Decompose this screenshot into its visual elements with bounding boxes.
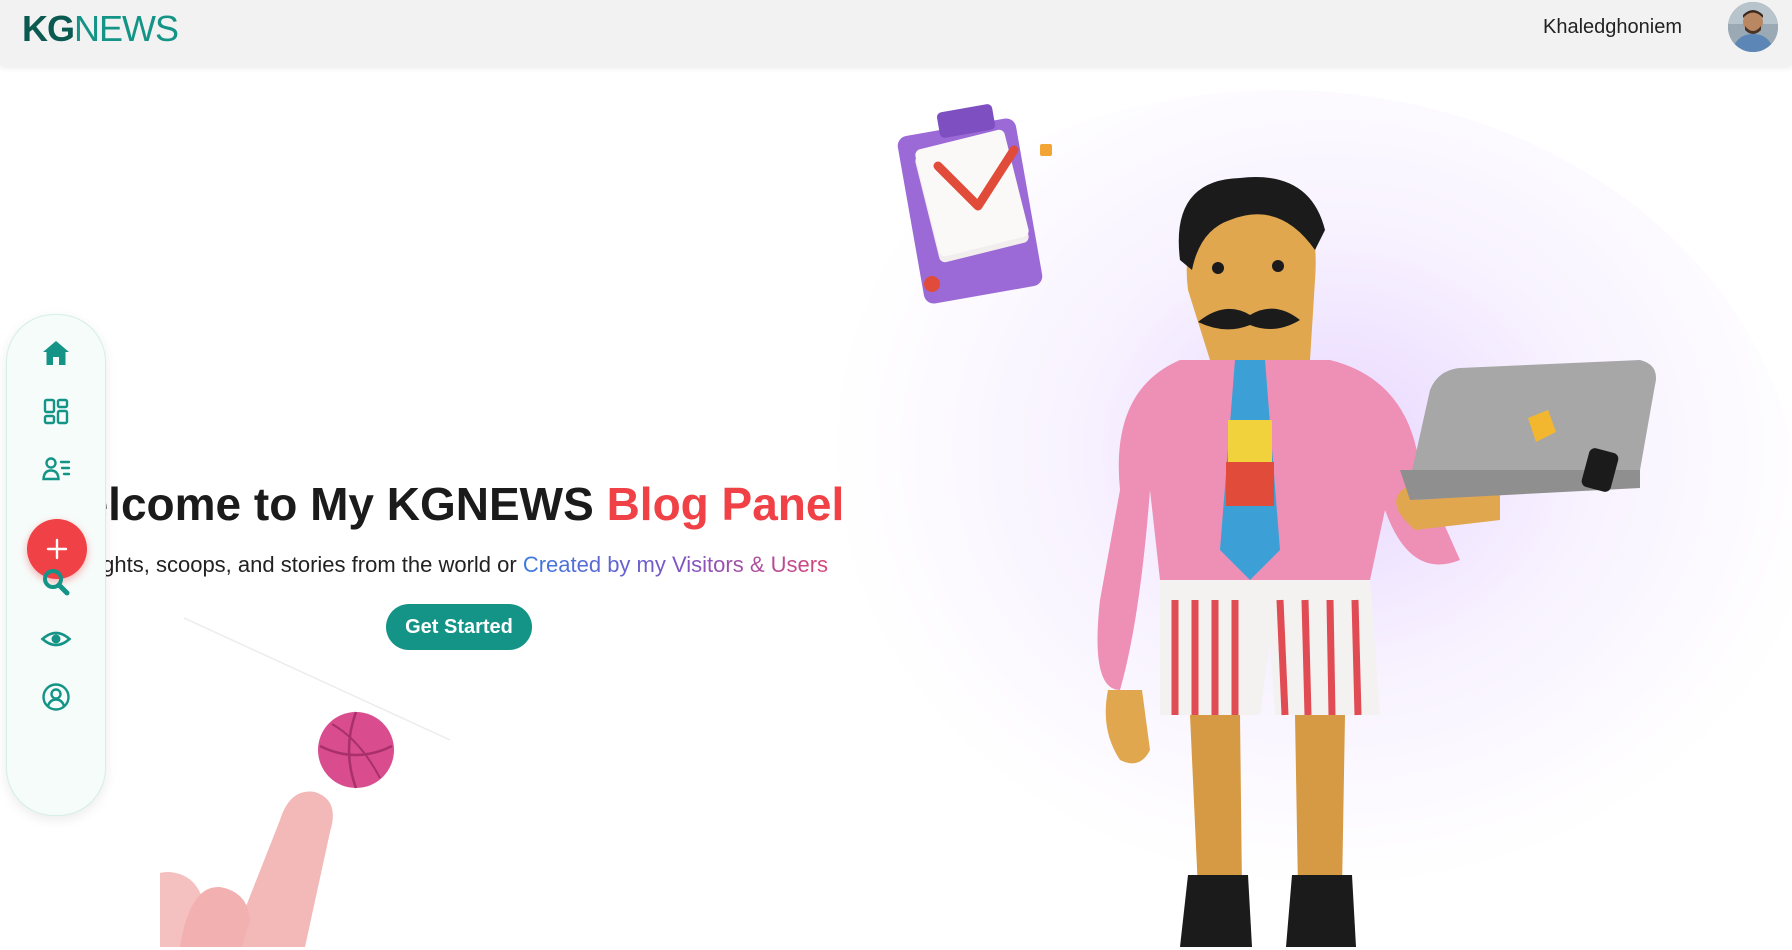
dashboard-grid-icon[interactable] (40, 395, 72, 427)
search-icon[interactable] (40, 566, 72, 598)
hero-subtitle: Insights, scoops, and stories from the w… (48, 550, 848, 580)
character-with-laptop-illustration (1097, 177, 1656, 947)
user-circle-icon[interactable] (40, 681, 72, 713)
user-list-icon[interactable] (40, 452, 72, 484)
sidebar-nav (6, 314, 106, 816)
avatar[interactable] (1728, 2, 1778, 52)
finger-basketball-illustration (160, 617, 451, 947)
logo-secondary: NEWS (74, 8, 179, 49)
plus-icon (46, 538, 68, 560)
eye-icon[interactable] (40, 623, 72, 655)
home-icon[interactable] (40, 337, 72, 369)
hero-subtitle-main: Insights, scoops, and stories from the w… (67, 552, 523, 577)
hero-title-main: Welcome to My KGNEWS (40, 478, 607, 530)
top-navbar: KGNEWS Khaledghoniem (0, 0, 1792, 66)
logo[interactable]: KGNEWS (22, 8, 179, 50)
clipboard-checklist-illustration (897, 104, 1052, 304)
hero-title-accent: Blog Panel (606, 478, 845, 530)
hero-subtitle-highlight: Created by my Visitors & Users (522, 552, 829, 577)
avatar-image (1728, 2, 1778, 52)
username[interactable]: Khaledghoniem (1543, 16, 1682, 39)
hero-title: Welcome to My KGNEWS Blog Panel (40, 476, 844, 532)
logo-primary: KG (22, 8, 75, 49)
